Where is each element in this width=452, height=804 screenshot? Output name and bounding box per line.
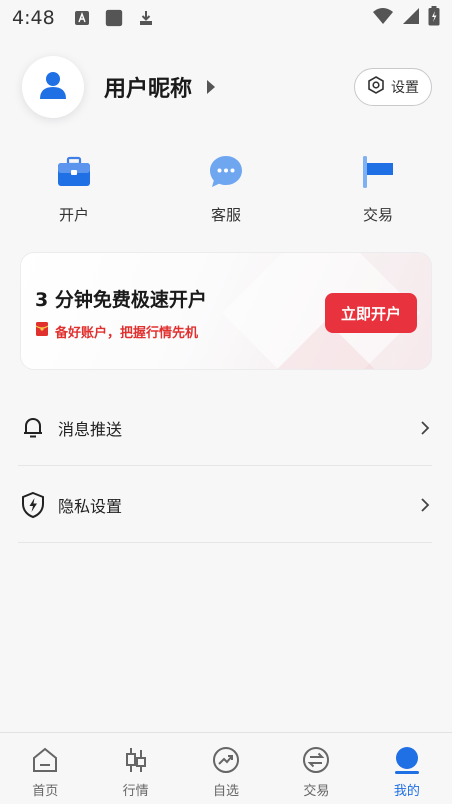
user-nickname[interactable]: 用户昵称 [104,71,192,103]
settings-button[interactable]: 设置 [354,68,432,106]
banner-subtitle: 备好账户，把握行情先机 [35,321,198,341]
tab-home[interactable]: 首页 [0,733,90,804]
chevron-right-icon [420,420,430,436]
banner-subtitle-text: 备好账户，把握行情先机 [55,325,199,341]
hexagon-gear-icon [367,76,385,98]
quick-action-label: 交易 [362,206,393,224]
banner-title: 3 分钟免费极速开户 [35,289,207,311]
briefcase-icon [54,152,94,192]
avatar[interactable] [22,56,84,118]
bottom-tab-bar: 首页 行情 自选 交易 我的 [0,732,452,804]
exchange-icon [301,745,331,775]
home-icon [30,745,60,775]
list-item-label: 隐私设置 [58,496,123,516]
trend-icon [211,745,241,775]
open-account-banner[interactable]: 3 分钟免费极速开户 备好账户，把握行情先机 立即开户 [20,252,432,370]
status-bar: 4:48 [0,0,452,36]
tab-label: 行情 [122,784,149,799]
quick-actions: 开户 客服 交易 [0,152,452,232]
chevron-right-icon [420,497,430,513]
battery-icon [428,6,440,30]
quick-action-label: 开户 [58,206,89,224]
status-time: 4:48 [12,7,55,29]
red-envelope-icon [35,321,49,341]
quick-action-label: 客服 [210,206,241,224]
flag-icon [358,152,398,192]
tab-label: 首页 [32,784,59,799]
signal-icon [402,7,420,29]
user-icon [392,745,422,775]
candlestick-icon [121,745,151,775]
quick-action-trade[interactable]: 交易 [328,152,428,225]
tab-trade[interactable]: 交易 [271,733,361,804]
caret-right-icon[interactable] [206,79,216,95]
wifi-icon [372,7,394,29]
open-account-now-button[interactable]: 立即开户 [325,293,417,333]
app-square-icon [105,9,123,27]
list-item-message-push[interactable]: 消息推送 [18,390,432,466]
status-right [372,6,440,30]
shield-icon [18,490,48,520]
tab-market[interactable]: 行情 [90,733,180,804]
user-avatar-icon [37,69,69,105]
tab-watchlist[interactable]: 自选 [181,733,271,804]
tab-label: 交易 [303,784,330,799]
tab-label: 我的 [393,784,420,799]
profile-header: 用户昵称 设置 [22,56,432,118]
tab-mine[interactable]: 我的 [362,733,452,804]
list-item-privacy-settings[interactable]: 隐私设置 [18,467,432,543]
download-icon [137,9,155,27]
list-item-label: 消息推送 [58,419,123,439]
quick-action-open-account[interactable]: 开户 [24,152,124,225]
text-input-icon [73,9,91,27]
bell-icon [18,413,48,443]
settings-label: 设置 [391,80,419,96]
chat-bubble-icon [206,152,246,192]
quick-action-customer-service[interactable]: 客服 [176,152,276,225]
tab-label: 自选 [213,784,240,799]
